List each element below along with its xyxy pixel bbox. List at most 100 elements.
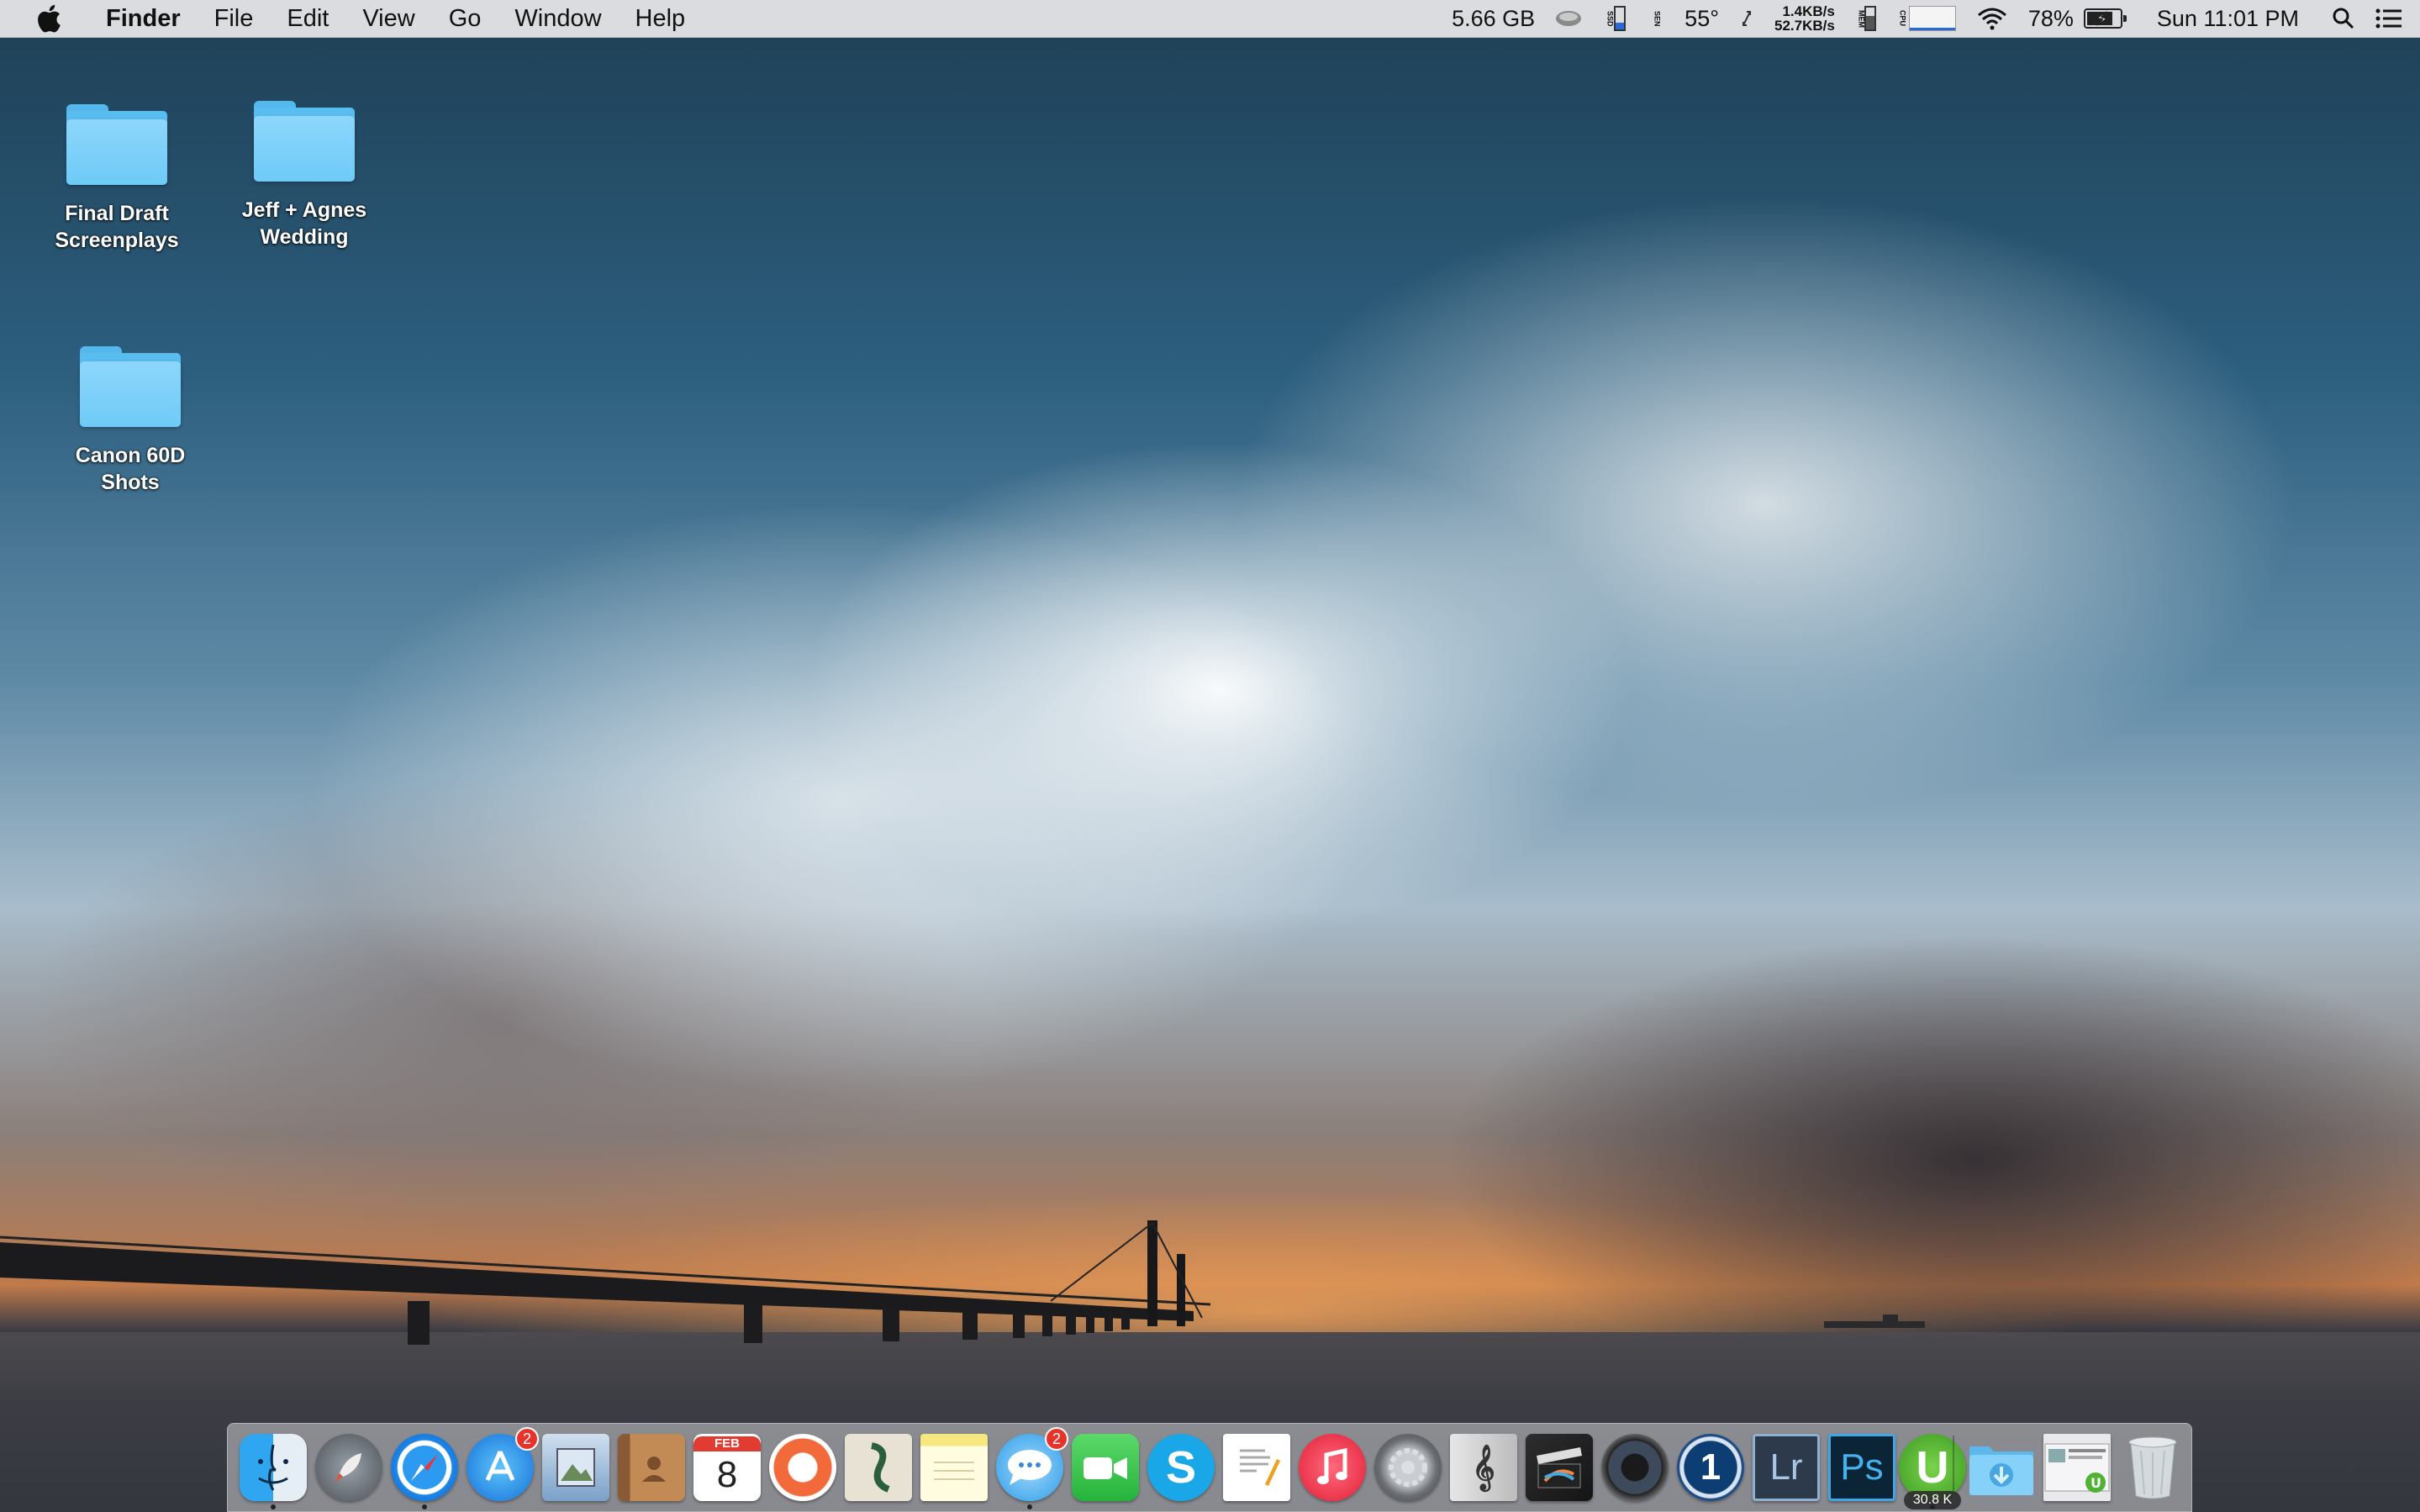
music-note-icon [1317, 1447, 1347, 1484]
net-up-speed: 1.4KB/s [1782, 3, 1835, 19]
dock-scrivener[interactable] [845, 1434, 912, 1501]
wifi-icon[interactable] [1975, 6, 2009, 31]
calendar-month: FEB [693, 1436, 761, 1451]
dock-launchpad[interactable] [315, 1434, 382, 1501]
memory-meter[interactable]: MEM [1854, 6, 1880, 31]
dock: 2 FEB 8 2 S 𝄞 1 Lr Ps U 30.8 K U [227, 1423, 2192, 1512]
dock-downloads-folder[interactable] [1968, 1434, 2035, 1501]
menu-file[interactable]: File [198, 5, 271, 33]
dock-aperture[interactable] [1601, 1434, 1669, 1501]
dock-downloads-stack[interactable]: U [2043, 1434, 2111, 1501]
downloads-folder-icon [1969, 1446, 2033, 1495]
menu-bar: Finder File Edit View Go Window Help 5.6… [0, 0, 2420, 38]
dock-sunrise[interactable] [769, 1434, 836, 1501]
sensor-icon[interactable]: SEN [1648, 6, 1665, 31]
memory-free-readout[interactable]: 5.66 GB [1452, 6, 1535, 32]
running-indicator [422, 1504, 427, 1509]
network-speed-readout[interactable]: 1.4KB/s 52.7KB/s [1774, 4, 1835, 33]
clapperboard-icon [1537, 1447, 1582, 1488]
menu-go[interactable]: Go [432, 5, 498, 33]
desktop: Finder File Edit View Go Window Help 5.6… [0, 0, 2420, 1512]
running-indicator [1930, 1504, 1935, 1509]
desktop-folder-jeff-agnes[interactable]: Jeff + Agnes Wedding [208, 101, 401, 250]
finder-icon [258, 1444, 288, 1491]
gear-icon [1389, 1448, 1427, 1487]
network-arrows-icon [1738, 6, 1755, 31]
folder-label-line1: Canon 60D [75, 444, 186, 467]
cpu-label: CPU [1898, 10, 1907, 27]
stack-preview-icon: U [2044, 1443, 2110, 1493]
dock-safari[interactable] [391, 1434, 458, 1501]
dock-system-preferences[interactable] [1374, 1434, 1442, 1501]
folder-icon [66, 104, 167, 185]
compass-icon [403, 1446, 446, 1489]
music-score-icon: 𝄞 [1472, 1444, 1495, 1489]
menu-window[interactable]: Window [498, 5, 618, 33]
mem-label: MEM [1857, 9, 1866, 28]
desktop-folder-final-draft[interactable]: Final Draft Screenplays [20, 104, 214, 254]
folder-label-line2: Shots [101, 471, 160, 494]
ssd-meter-bar [1613, 6, 1626, 31]
scrivener-icon [870, 1442, 890, 1493]
skype-icon: S [1165, 1442, 1197, 1493]
apple-logo-icon[interactable] [32, 3, 66, 34]
dock-separator [1953, 1436, 1954, 1503]
svg-text:U: U [2090, 1475, 2101, 1491]
charging-bolt-icon: ⚡ [2095, 8, 2109, 30]
dock-preview[interactable] [542, 1434, 609, 1501]
notification-center-icon[interactable] [2375, 6, 2403, 31]
menu-app-name[interactable]: Finder [89, 5, 198, 33]
ssd-label: SSD [1605, 10, 1615, 27]
preview-icon [556, 1448, 595, 1487]
1password-icon: 1 [1700, 1446, 1721, 1488]
app-store-icon [485, 1450, 515, 1482]
desktop-folder-canon-60d[interactable]: Canon 60D Shots [34, 346, 227, 496]
dock-app-store[interactable]: 2 [467, 1427, 539, 1501]
dock-pages[interactable] [1223, 1434, 1290, 1501]
disk-icon[interactable] [1554, 6, 1583, 31]
dock-facetime[interactable] [1072, 1434, 1139, 1501]
battery-icon[interactable]: ⚡ [2083, 8, 2127, 30]
utorrent-icon: U [1916, 1442, 1949, 1493]
folder-icon [80, 346, 181, 427]
dock-itunes[interactable] [1299, 1434, 1366, 1501]
notification-badge: 2 [1045, 1427, 1068, 1451]
dock-finder[interactable] [240, 1434, 307, 1501]
spotlight-search-icon[interactable] [2329, 6, 2358, 31]
status-menus: 5.66 GB SSD SEN 55° 1.4KB/s 52.7KB/s MEM [1441, 0, 2420, 37]
dock-1password[interactable]: 1 [1677, 1434, 1744, 1501]
notes-icon [934, 1462, 974, 1480]
ssd-meter[interactable]: SSD [1600, 6, 1632, 31]
folder-label: Canon 60D Shots [34, 442, 227, 496]
folder-label: Final Draft Screenplays [20, 200, 214, 254]
dock-messages[interactable]: 2 [996, 1427, 1068, 1501]
folder-label: Jeff + Agnes Wedding [208, 197, 401, 250]
dock-logic[interactable]: 𝄞 [1450, 1434, 1517, 1501]
folder-icon [254, 101, 355, 182]
menu-view[interactable]: View [345, 5, 431, 33]
dock-photoshop[interactable]: Ps [1828, 1434, 1895, 1501]
rocket-icon [335, 1453, 361, 1482]
menu-edit[interactable]: Edit [270, 5, 345, 33]
trash-icon [2128, 1436, 2177, 1499]
battery-percent-readout[interactable]: 78% [2028, 6, 2074, 32]
folder-label-line2: Wedding [260, 225, 349, 249]
clock[interactable]: Sun 11:01 PM [2157, 6, 2299, 32]
dock-skype[interactable]: S [1147, 1434, 1215, 1501]
folder-label-line1: Final Draft [65, 202, 169, 225]
dock-final-cut-pro[interactable] [1526, 1434, 1593, 1501]
memory-meter-bar [1864, 6, 1877, 31]
notification-badge: 2 [515, 1427, 539, 1451]
dock-calendar[interactable]: FEB 8 [693, 1434, 761, 1501]
cpu-graph [1909, 6, 1957, 31]
cpu-meter[interactable]: CPU [1896, 6, 1959, 31]
dock-lightroom[interactable]: Lr [1753, 1434, 1820, 1501]
menu-help[interactable]: Help [619, 5, 703, 33]
temperature-readout[interactable]: 55° [1685, 6, 1719, 32]
running-indicator [271, 1504, 276, 1509]
dock-trash[interactable] [2119, 1434, 2186, 1501]
dock-utorrent[interactable]: U 30.8 K [1899, 1434, 1966, 1509]
dock-contacts[interactable] [618, 1434, 685, 1501]
dock-notes[interactable] [920, 1434, 988, 1501]
photoshop-icon: Ps [1840, 1446, 1884, 1488]
